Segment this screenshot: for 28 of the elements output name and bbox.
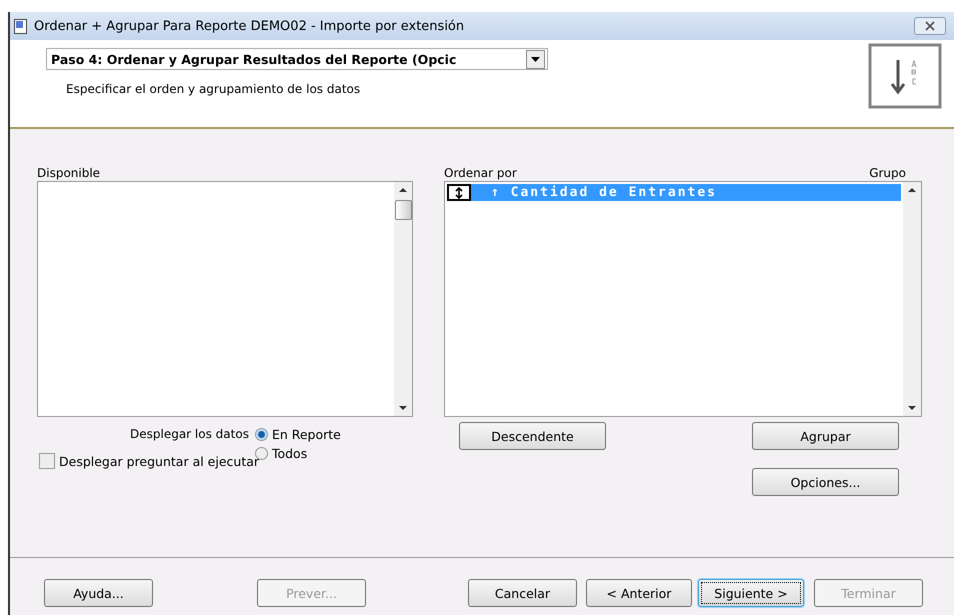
display-radio[interactable]: En Reporte [254,427,341,442]
options-button[interactable]: Opciones... [752,468,899,496]
step-dropdown[interactable]: Paso 4: Ordenar y Agrupar Resultados del Reporte (Opcic [46,48,548,70]
group-label: Grupo [869,166,906,180]
window-title: Ordenar + Agrupar Para Reporte DEMO02 - Importe por extensión [34,18,466,34]
scroll-thumb[interactable] [394,200,412,220]
close-button[interactable] [914,17,946,35]
scroll-up-icon[interactable] [908,188,916,192]
sort-by-label: Ordenar por [444,166,517,180]
sort-icon [868,43,942,109]
group-button[interactable]: Agrupar [752,422,899,450]
descending-button[interactable]: Descendente [459,422,606,450]
move-icon [455,186,463,198]
step-subtitle: Especificar el orden y agrupamiento de los datos [66,82,362,96]
scrollbar[interactable] [394,182,412,416]
close-icon [925,21,935,31]
scroll-up-icon[interactable] [399,188,407,192]
caret-icon [531,56,540,62]
footer-button[interactable]: Siguiente > [698,579,804,607]
footer-button[interactable]: Cancelar [468,579,577,607]
scroll-down-icon[interactable] [908,406,916,410]
display-label: Desplegar los datos [130,427,249,441]
scroll-down-icon[interactable] [399,406,407,410]
footer-button[interactable]: < Anterior [586,579,692,607]
scrollbar[interactable] [903,182,921,416]
window-icon [14,18,28,34]
footer-button[interactable]: Ayuda... [44,579,153,607]
available-label: Disponible [37,166,100,180]
